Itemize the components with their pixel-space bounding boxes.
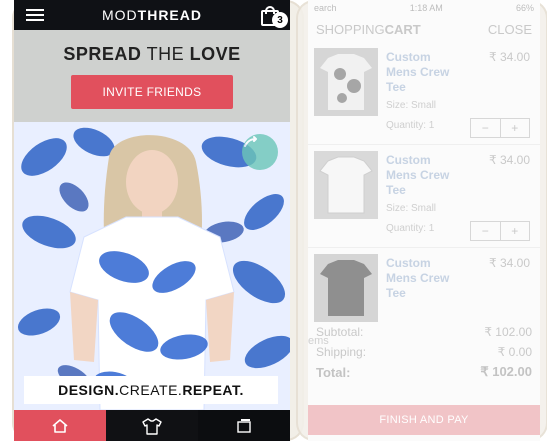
decrement-button[interactable]: − — [471, 222, 500, 240]
black-tee-thumbnail — [314, 254, 378, 322]
item-thumbnail — [314, 254, 378, 322]
quantity-stepper[interactable]: − + — [470, 118, 530, 138]
item-price: ₹ 34.00 — [489, 256, 530, 270]
layers-icon — [237, 418, 251, 433]
share-button[interactable] — [242, 134, 278, 170]
increment-button[interactable]: + — [499, 119, 530, 137]
totals-panel: Subtotal: ₹ 102.00 Shipping: ₹ 0.00 Tota… — [308, 316, 540, 382]
decrement-button[interactable]: − — [471, 119, 500, 137]
tshirt-icon — [142, 417, 162, 435]
cart-item: Custom Mens Crew Tee ₹ 34.00 Size: Small… — [308, 145, 540, 248]
invite-friends-button[interactable]: INVITE FRIENDS — [71, 74, 233, 109]
tab-shop[interactable] — [106, 410, 198, 441]
home-icon — [52, 418, 68, 433]
finish-and-pay-button[interactable]: FINISH AND PAY — [308, 405, 540, 435]
top-bar: MODTHREAD 3 — [14, 0, 290, 30]
promo-banner: SPREAD THE LOVE INVITE FRIENDS — [14, 30, 290, 122]
close-button[interactable]: CLOSE — [488, 22, 532, 37]
item-price: ₹ 34.00 — [489, 153, 530, 167]
white-tee-thumbnail — [314, 151, 378, 219]
item-price: ₹ 34.00 — [489, 50, 530, 64]
cart-count-badge: 3 — [271, 12, 288, 28]
menu-icon[interactable] — [26, 9, 44, 21]
promo-title: SPREAD THE LOVE — [63, 43, 241, 64]
item-thumbnail — [314, 151, 378, 219]
item-size: Size: Small — [386, 100, 437, 111]
total-row: Total: ₹ 102.00 — [316, 364, 532, 380]
share-arrow-icon — [244, 136, 257, 147]
item-name: Custom Mens Crew Tee — [386, 153, 450, 197]
cart-header: SHOPPINGCART CLOSE — [308, 16, 540, 42]
app-screen: MODTHREAD 3 SPREAD THE LOVE INVITE FRIEN… — [14, 0, 290, 441]
brand-logo: MODTHREAD — [101, 7, 202, 23]
quantity-stepper[interactable]: − + — [470, 221, 530, 241]
bottom-tab-bar — [14, 410, 290, 441]
tab-collections[interactable] — [198, 410, 290, 441]
shipping-row: Shipping: ₹ 0.00 — [316, 345, 532, 359]
subtotal-row: Subtotal: ₹ 102.00 — [316, 325, 532, 339]
item-size: Size: Small — [386, 203, 437, 214]
item-name: Custom Mens Crew Tee — [386, 256, 450, 300]
item-thumbnail — [314, 48, 378, 116]
item-quantity: Quantity: 1 — [386, 120, 435, 131]
tab-home[interactable] — [14, 410, 106, 441]
item-quantity: Quantity: 1 — [386, 223, 435, 234]
hero-tagline: DESIGN. CREATE. REPEAT. — [24, 376, 278, 404]
items-label: ems — [308, 335, 329, 347]
status-bar: earch 1:18 AM 66% — [314, 3, 534, 13]
increment-button[interactable]: + — [499, 222, 530, 240]
hero-image: DESIGN. CREATE. REPEAT. — [14, 122, 290, 410]
cart-button[interactable]: 3 — [260, 6, 288, 28]
cart-item: Custom Mens Crew Tee ₹ 34.00 Size: Small… — [308, 42, 540, 145]
floral-tee-thumbnail — [314, 48, 378, 116]
cart-item: Custom Mens Crew Tee ₹ 34.00 — [308, 248, 540, 322]
item-name: Custom Mens Crew Tee — [386, 50, 450, 94]
cart-title: SHOPPINGCART — [316, 21, 421, 37]
cart-screen: earch 1:18 AM 66% SHOPPINGCART CLOSE Cus… — [308, 0, 540, 441]
